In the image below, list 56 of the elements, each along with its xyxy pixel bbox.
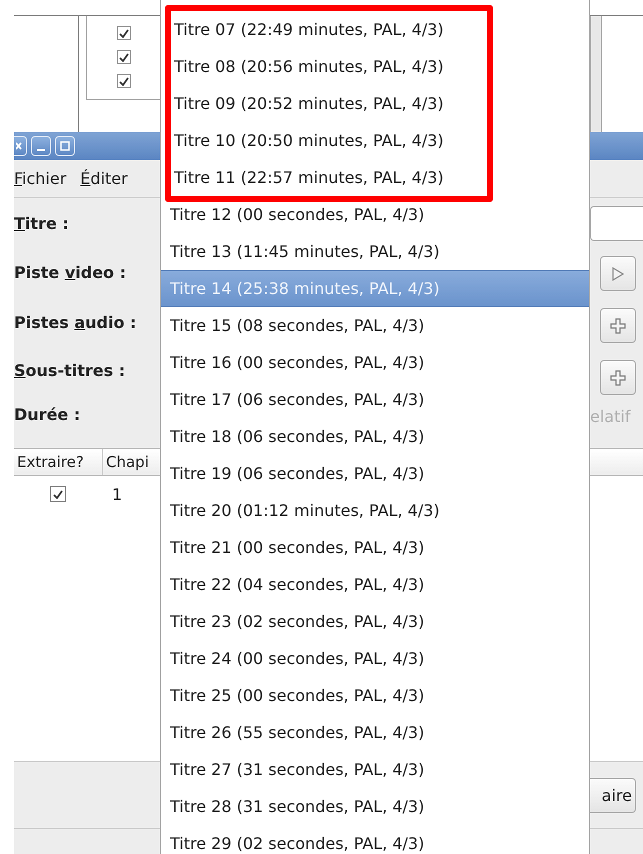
field-label: Sous-titres :: [14, 360, 126, 380]
maximize-icon: [60, 141, 70, 151]
scrollbar[interactable]: [590, 16, 602, 133]
add-button[interactable]: [600, 308, 636, 343]
add-button[interactable]: [600, 360, 636, 395]
check-icon: [53, 490, 63, 498]
checkbox[interactable]: [50, 486, 66, 502]
list-item[interactable]: Titre 08 (20:56 minutes, PAL, 4/3): [171, 48, 487, 85]
table-cell-text: 1: [111, 484, 122, 504]
close-icon: [16, 141, 24, 151]
list-item[interactable]: Titre 22 (04 secondes, PAL, 4/3): [161, 566, 589, 603]
plus-icon: [610, 318, 626, 334]
list-item[interactable]: Titre 11 (22:57 minutes, PAL, 4/3): [171, 159, 487, 196]
checkbox[interactable]: [117, 26, 131, 40]
check-icon: [119, 76, 129, 86]
list-item[interactable]: Titre 23 (02 secondes, PAL, 4/3): [161, 603, 589, 640]
minimize-icon: [37, 149, 45, 151]
minimize-button[interactable]: [31, 136, 51, 156]
list-item[interactable]: Titre 13 (11:45 minutes, PAL, 4/3): [161, 233, 589, 270]
list-item[interactable]: Titre 29 (02 secondes, PAL, 4/3): [161, 825, 589, 854]
action-button[interactable]: aire: [590, 778, 636, 812]
list-item[interactable]: Titre 24 (00 secondes, PAL, 4/3): [161, 640, 589, 677]
menu-item[interactable]: Éditer: [80, 169, 128, 188]
list-item[interactable]: Titre 21 (00 secondes, PAL, 4/3): [161, 529, 589, 566]
list-item[interactable]: Titre 25 (00 secondes, PAL, 4/3): [161, 677, 589, 714]
list-item[interactable]: Titre 27 (31 secondes, PAL, 4/3): [161, 751, 589, 788]
field-label: Titre :: [14, 214, 69, 232]
play-button[interactable]: [600, 256, 636, 291]
list-item[interactable]: Titre 19 (06 secondes, PAL, 4/3): [161, 455, 589, 492]
list-item[interactable]: Titre 07 (22:49 minutes, PAL, 4/3): [171, 11, 487, 48]
list-item[interactable]: Titre 28 (31 secondes, PAL, 4/3): [161, 788, 589, 825]
list-item[interactable]: Titre 16 (00 secondes, PAL, 4/3): [161, 344, 589, 381]
list-item[interactable]: Titre 26 (55 secondes, PAL, 4/3): [161, 714, 589, 751]
list-item[interactable]: Titre 20 (01:12 minutes, PAL, 4/3): [161, 492, 589, 529]
field-label: Durée :: [14, 404, 80, 424]
plus-icon: [610, 370, 626, 386]
list-item[interactable]: Titre 18 (06 secondes, PAL, 4/3): [161, 418, 589, 455]
list-item[interactable]: Titre 09 (20:52 minutes, PAL, 4/3): [171, 85, 487, 122]
list-item[interactable]: Titre 15 (08 secondes, PAL, 4/3): [161, 307, 589, 344]
column-header[interactable]: Chapi: [103, 449, 152, 475]
checkbox[interactable]: [117, 50, 131, 64]
list-item[interactable]: Titre 10 (20:50 minutes, PAL, 4/3): [171, 122, 487, 159]
field-label: Piste video :: [14, 262, 126, 282]
close-button[interactable]: [14, 136, 27, 156]
input-field[interactable]: [590, 206, 643, 241]
check-icon: [119, 52, 129, 62]
checkbox[interactable]: [117, 74, 131, 88]
field-label: Pistes audio :: [14, 312, 136, 332]
list-item[interactable]: Titre 12 (00 secondes, PAL, 4/3): [161, 196, 589, 233]
column-header[interactable]: Extraire?: [14, 449, 103, 475]
option-label: elatif: [590, 407, 630, 426]
maximize-button[interactable]: [55, 136, 75, 156]
check-icon: [119, 28, 129, 38]
play-icon: [612, 266, 624, 280]
menu-item[interactable]: Fichier: [14, 169, 66, 188]
list-item[interactable]: Titre 17 (06 secondes, PAL, 4/3): [161, 381, 589, 418]
